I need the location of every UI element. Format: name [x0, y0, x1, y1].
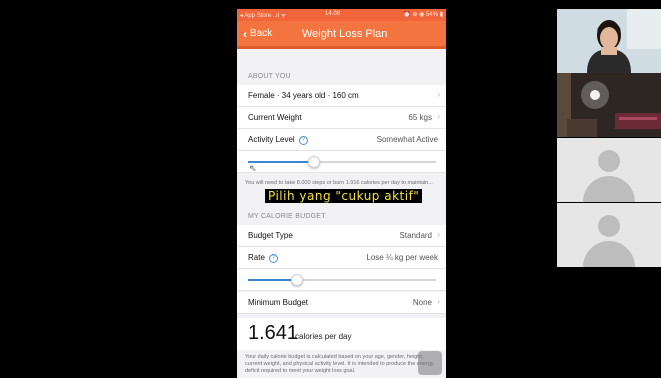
back-button[interactable]: ‹ Back: [243, 26, 273, 41]
chevron-left-icon: ‹: [243, 26, 247, 41]
nav-bar: ‹ Back Weight Loss Plan: [237, 21, 446, 49]
chevron-right-icon: ›: [437, 230, 440, 239]
rate-row: Rate? Lose ¼ kg per week: [237, 247, 446, 269]
about-you-header: ABOUT YOU: [248, 73, 291, 80]
subtitle-caption: Pilih yang "cukup aktif": [265, 189, 423, 203]
minimum-budget-label: Minimum Budget: [248, 298, 309, 307]
current-weight-value: 65 kgs: [408, 113, 432, 122]
default-avatar-icon: [598, 150, 620, 172]
chevron-right-icon: ›: [437, 297, 440, 306]
activity-slider-row: [237, 151, 446, 173]
minimum-budget-row[interactable]: Minimum Budget None ›: [237, 292, 446, 314]
rate-label: Rate: [248, 253, 265, 262]
chevron-right-icon: ›: [437, 90, 440, 99]
phone-status-bar: ◂ App Store ..ıl ᯤ 14.08 ⏰ ⊕ ◉ 54% ▮: [237, 9, 446, 21]
profile-row[interactable]: Female · 34 years old · 160 cm ›: [237, 85, 446, 107]
calories-number: 1.641: [248, 322, 299, 344]
chevron-right-icon: ›: [437, 112, 440, 121]
calorie-summary: 1.641 calories per day: [237, 318, 446, 350]
back-label: Back: [250, 28, 273, 39]
pointer-cursor-icon: ⇖: [249, 163, 257, 173]
activity-slider-fill: [248, 161, 314, 163]
calorie-budget-header: MY CALORIE BUDGET: [248, 213, 326, 220]
shared-phone-screen: ◂ App Store ..ıl ᯤ 14.08 ⏰ ⊕ ◉ 54% ▮ ‹ B…: [237, 9, 446, 378]
status-carrier: ◂ App Store ..ıl ᯤ: [240, 13, 287, 19]
status-time: 14.08: [325, 11, 341, 17]
status-battery: ⏰ ⊕ ◉ 54% ▮: [403, 12, 443, 18]
participant-1-image: [557, 9, 661, 73]
profile-text: Female · 34 years old · 160 cm: [248, 91, 359, 100]
activity-level-row: Activity Level? Somewhat Active: [237, 129, 446, 151]
calories-unit: calories per day: [295, 332, 352, 341]
rate-slider-row: [237, 269, 446, 291]
rate-value: Lose ¼ kg per week: [366, 253, 438, 262]
default-avatar-body: [583, 241, 635, 267]
current-weight-row[interactable]: Current Weight 65 kgs ›: [237, 107, 446, 129]
question-circle-icon[interactable]: ?: [268, 254, 278, 263]
participant-video-1[interactable]: [557, 9, 661, 73]
assistive-touch-button[interactable]: [418, 351, 442, 375]
minimum-budget-value: None: [412, 298, 432, 307]
activity-level-slider[interactable]: [248, 156, 436, 168]
default-avatar-body: [583, 176, 635, 202]
default-avatar-icon: [598, 215, 620, 237]
question-circle-icon[interactable]: ?: [298, 136, 308, 145]
activity-slider-thumb[interactable]: [307, 156, 320, 168]
budget-type-value: Standard: [399, 231, 432, 240]
rate-slider[interactable]: [248, 274, 436, 286]
calorie-note: Your daily calorie budget is calculated …: [245, 354, 434, 374]
participant-video-4[interactable]: [557, 203, 661, 267]
budget-type-label: Budget Type: [248, 231, 293, 240]
activity-level-value: Somewhat Active: [376, 135, 438, 144]
video-call-screen: ◂ App Store ..ıl ᯤ 14.08 ⏰ ⊕ ◉ 54% ▮ ‹ B…: [0, 0, 661, 378]
activity-note: You will need to take 8.000 steps or bur…: [245, 180, 433, 186]
budget-type-row[interactable]: Budget Type Standard ›: [237, 225, 446, 247]
participant-video-3[interactable]: [557, 138, 661, 202]
rate-slider-fill: [248, 279, 297, 281]
participant-video-2[interactable]: [557, 73, 661, 137]
page-title: Weight Loss Plan: [302, 28, 388, 40]
rate-slider-thumb[interactable]: [290, 274, 303, 286]
current-weight-label: Current Weight: [248, 113, 302, 122]
activity-level-label: Activity Level: [248, 135, 295, 144]
participant-2-image: [557, 73, 661, 137]
